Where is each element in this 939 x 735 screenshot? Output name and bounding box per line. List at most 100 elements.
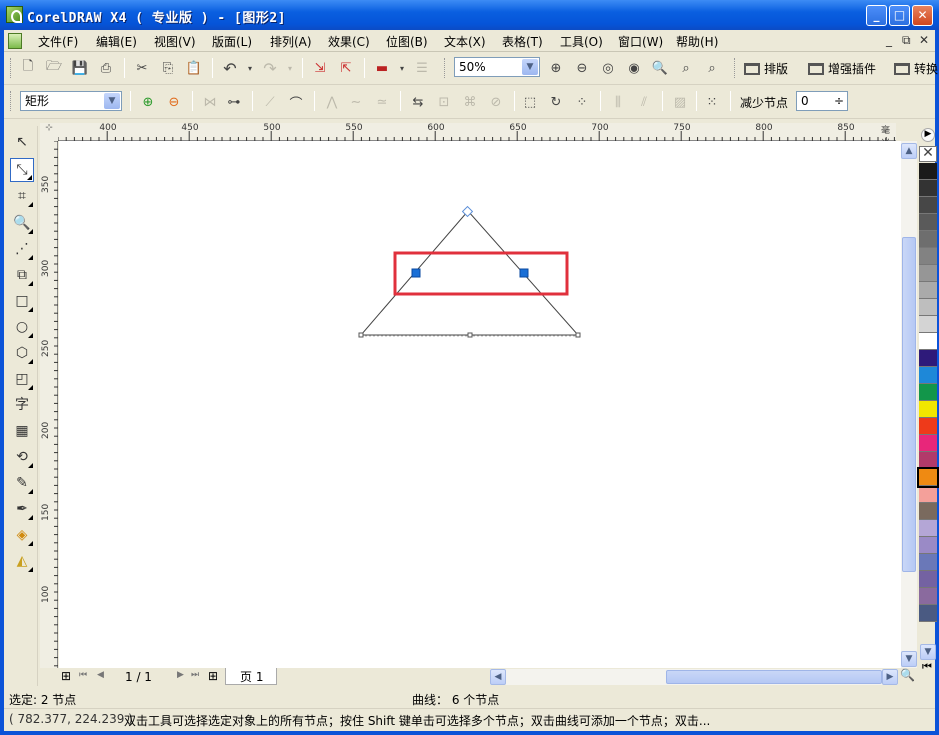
rotate-skew-nodes-icon[interactable]: ↻ bbox=[546, 92, 566, 112]
menu-table[interactable]: 表格(T) bbox=[502, 33, 543, 50]
undo-dropdown-icon[interactable]: ▾ bbox=[240, 58, 260, 78]
chevron-down-icon[interactable]: ▼ bbox=[522, 59, 538, 75]
navigator-zoom-icon[interactable]: 🔍 bbox=[900, 668, 915, 682]
color-swatch[interactable] bbox=[919, 282, 937, 299]
cusp-node-icon[interactable]: ⋀ bbox=[322, 92, 342, 112]
color-swatch[interactable] bbox=[919, 486, 937, 503]
add-page-after-icon[interactable]: ⊞ bbox=[208, 669, 218, 683]
text-tool[interactable]: 字 bbox=[10, 392, 34, 416]
color-swatch[interactable] bbox=[919, 197, 937, 214]
polygon-tool[interactable]: ⬡ bbox=[10, 341, 34, 365]
menu-edit[interactable]: 编辑(E) bbox=[96, 33, 137, 50]
no-color-swatch[interactable]: ✕ bbox=[919, 146, 937, 162]
horizontal-ruler[interactable]: 400 450 500 550 600 650 700 750 800 850 … bbox=[58, 123, 896, 149]
open-icon[interactable]: 🗁 bbox=[44, 58, 64, 78]
node[interactable] bbox=[575, 332, 581, 338]
menu-file[interactable]: 文件(F) bbox=[38, 33, 78, 50]
scroll-left-button[interactable]: ◀ bbox=[490, 669, 506, 685]
zoom-selected-icon[interactable]: ◎ bbox=[598, 58, 618, 78]
extend-curve-icon[interactable]: ⊡ bbox=[434, 92, 454, 112]
menu-window[interactable]: 窗口(W) bbox=[618, 33, 663, 50]
table-tool[interactable]: ▦ bbox=[10, 419, 34, 443]
color-swatch[interactable] bbox=[919, 435, 937, 452]
redo-icon[interactable]: ↷ bbox=[260, 58, 280, 78]
reflect-horizontal-icon[interactable]: ⫼ bbox=[608, 92, 628, 112]
join-nodes-icon[interactable]: ⋈ bbox=[200, 92, 220, 112]
elastic-mode-icon[interactable]: ▨ bbox=[670, 92, 690, 112]
document-icon[interactable] bbox=[8, 33, 22, 49]
color-swatch[interactable] bbox=[919, 554, 937, 571]
scroll-up-button[interactable]: ▲ bbox=[901, 143, 917, 159]
doc-minimize-button[interactable]: _ bbox=[886, 33, 892, 47]
doc-close-button[interactable]: ✕ bbox=[919, 33, 929, 47]
delete-node-icon[interactable]: ⊖ bbox=[164, 92, 184, 112]
plugin-enhance-button[interactable]: 增强插件 bbox=[808, 60, 876, 77]
zoom-tool[interactable]: 🔍 bbox=[10, 211, 34, 235]
color-swatch[interactable] bbox=[919, 418, 937, 435]
interactive-blend-tool[interactable]: ⟲ bbox=[10, 445, 34, 469]
color-swatch[interactable] bbox=[919, 299, 937, 316]
menu-text[interactable]: 文本(X) bbox=[444, 33, 486, 50]
color-swatch[interactable] bbox=[919, 571, 937, 588]
rectangle-tool[interactable]: □ bbox=[10, 289, 34, 313]
basic-shapes-tool[interactable]: ◰ bbox=[10, 367, 34, 391]
menu-view[interactable]: 视图(V) bbox=[154, 33, 196, 50]
color-swatch[interactable] bbox=[919, 163, 937, 180]
plugin-convert-button[interactable]: 转换 bbox=[894, 60, 938, 77]
color-swatch[interactable] bbox=[919, 401, 937, 418]
menu-bitmaps[interactable]: 位图(B) bbox=[386, 33, 428, 50]
spinner-icon[interactable]: ÷ bbox=[834, 92, 844, 110]
drawing-canvas[interactable] bbox=[59, 141, 901, 668]
save-icon[interactable]: 💾 bbox=[70, 58, 90, 78]
import-icon[interactable]: ⇲ bbox=[310, 58, 330, 78]
crop-tool[interactable]: ⌗ bbox=[10, 184, 34, 208]
smart-fill-tool[interactable]: ⧉ bbox=[10, 263, 34, 287]
copy-icon[interactable]: ⎘ bbox=[158, 58, 178, 78]
fill-tool[interactable]: ◈ bbox=[10, 523, 34, 547]
convert-to-line-icon[interactable]: ⟋ bbox=[260, 92, 280, 112]
ruler-origin[interactable]: ⊹ bbox=[40, 123, 58, 141]
print-icon[interactable]: ⎙ bbox=[96, 58, 116, 78]
node[interactable] bbox=[467, 332, 473, 338]
application-launcher-icon[interactable]: ▬ bbox=[372, 58, 392, 78]
welcome-screen-icon[interactable]: ☰ bbox=[412, 58, 432, 78]
node[interactable] bbox=[358, 332, 364, 338]
menu-tools[interactable]: 工具(O) bbox=[560, 33, 603, 50]
color-swatch[interactable] bbox=[919, 537, 937, 554]
zoom-height-icon[interactable]: ⌕ bbox=[702, 58, 722, 78]
scroll-down-button[interactable]: ▼ bbox=[901, 651, 917, 667]
menu-help[interactable]: 帮助(H) bbox=[676, 33, 718, 50]
selection-mode-dropdown[interactable]: 矩形 ▼ bbox=[20, 91, 122, 111]
color-swatch[interactable] bbox=[919, 367, 937, 384]
toolbar-grip[interactable] bbox=[10, 91, 13, 111]
color-swatch[interactable] bbox=[919, 214, 937, 231]
eyedropper-tool[interactable]: ✎ bbox=[10, 471, 34, 495]
reverse-direction-icon[interactable]: ⇆ bbox=[408, 92, 428, 112]
palette-scroll-down-button[interactable]: ▼ bbox=[920, 644, 936, 660]
undo-icon[interactable]: ↶ bbox=[220, 58, 240, 78]
color-swatch[interactable] bbox=[919, 180, 937, 197]
color-swatch[interactable] bbox=[919, 248, 937, 265]
zoom-level-dropdown[interactable]: 50% ▼ bbox=[454, 57, 540, 77]
color-swatch[interactable] bbox=[919, 384, 937, 401]
plugin-layout-button[interactable]: 排版 bbox=[744, 60, 788, 77]
zoom-out-icon[interactable]: ⊖ bbox=[572, 58, 592, 78]
palette-flyout-button[interactable]: ▶ bbox=[921, 128, 935, 142]
menu-layout[interactable]: 版面(L) bbox=[212, 33, 252, 50]
add-page-before-icon[interactable]: ⊞ bbox=[61, 669, 71, 683]
zoom-width-icon[interactable]: ⌕ bbox=[676, 58, 696, 78]
chevron-down-icon[interactable]: ▼ bbox=[104, 93, 120, 109]
minimize-button[interactable]: _ bbox=[866, 5, 887, 26]
selected-node[interactable] bbox=[411, 268, 421, 278]
add-node-icon[interactable]: ⊕ bbox=[138, 92, 158, 112]
close-button[interactable]: ✕ bbox=[912, 5, 933, 26]
scroll-thumb[interactable] bbox=[902, 237, 916, 572]
paste-icon[interactable]: 📋 bbox=[184, 58, 204, 78]
color-swatch[interactable] bbox=[919, 333, 937, 350]
interactive-fill-tool[interactable]: ◭ bbox=[10, 549, 34, 573]
zoom-page-icon[interactable]: 🔍 bbox=[650, 58, 670, 78]
extract-subpath-icon[interactable]: ⌘ bbox=[460, 92, 480, 112]
outline-tool[interactable]: ✒ bbox=[10, 497, 34, 521]
zoom-in-icon[interactable]: ⊕ bbox=[546, 58, 566, 78]
cut-icon[interactable]: ✂ bbox=[132, 58, 152, 78]
